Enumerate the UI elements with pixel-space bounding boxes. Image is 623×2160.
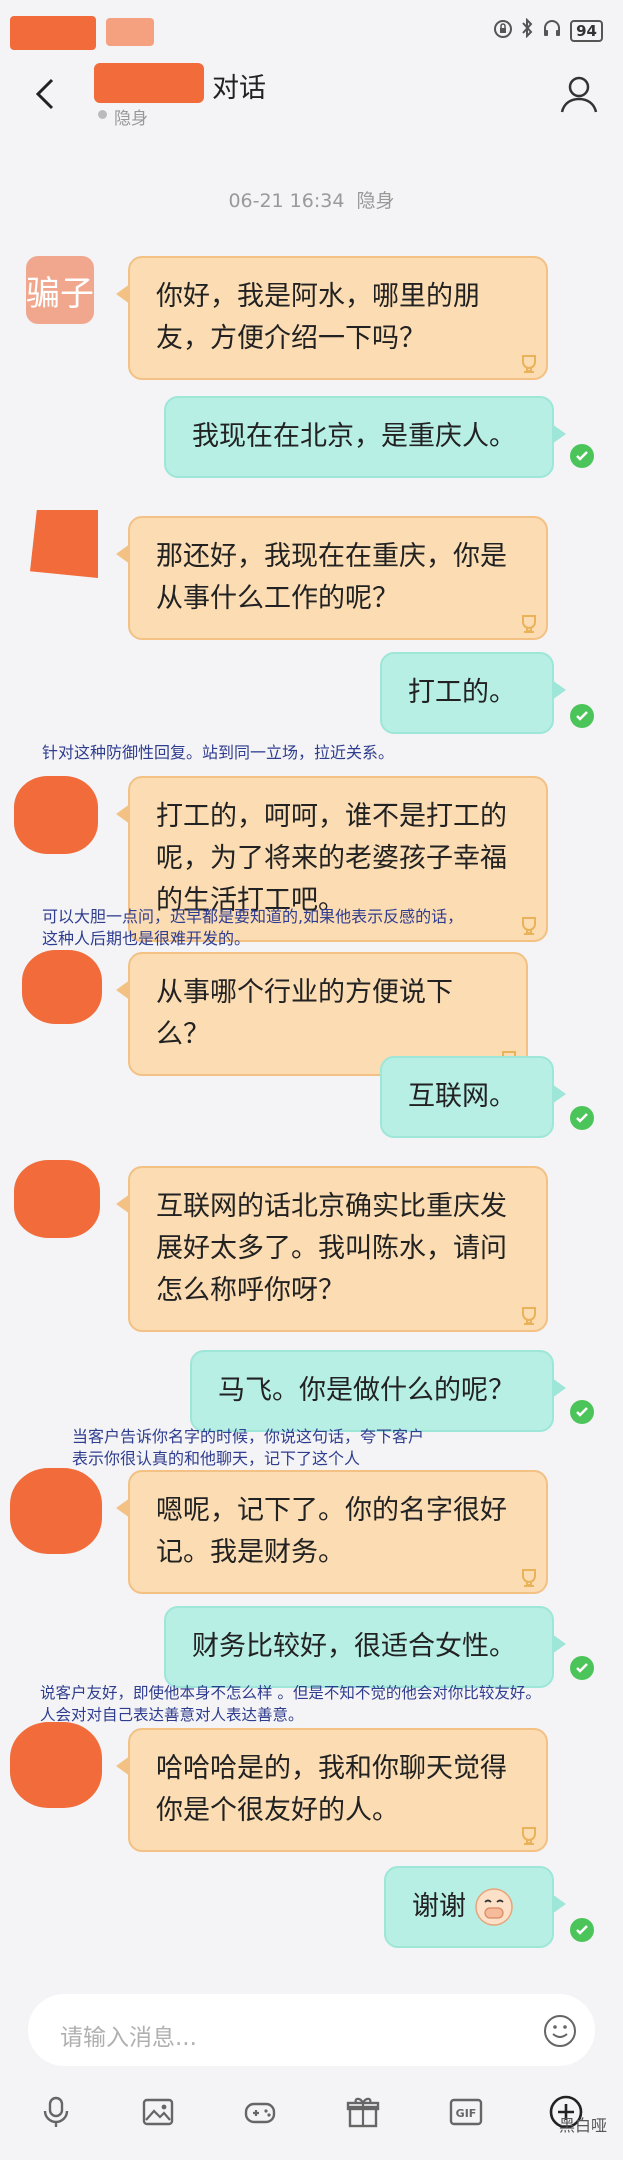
status-redaction: [10, 16, 96, 50]
svg-text:GIF: GIF: [456, 2107, 477, 2120]
avatar[interactable]: [14, 1160, 100, 1238]
presence-status: 隐身: [114, 109, 148, 129]
incoming-message[interactable]: 嗯呢，记下了。你的名字很好 记。我是财务。: [116, 1470, 548, 1594]
trophy-icon: [522, 355, 536, 373]
message-timestamp: 06-21 16:34 隐身: [228, 190, 395, 212]
message-input-placeholder: 请输入消息...: [60, 2025, 197, 2051]
sent-check-icon: [570, 1918, 594, 1942]
annotation-note: 针对这种防御性回复。站到同一立场，拉近关系。: [42, 743, 395, 762]
incoming-message[interactable]: 那还好，我现在在重庆，你是 从事什么工作的呢？: [116, 516, 548, 640]
back-button[interactable]: [28, 72, 64, 116]
annotation-note: 可以大胆一点问，迟早都是要知道的,如果他表示反感的话， 这种人后期也是很难开发的…: [42, 907, 464, 948]
incoming-message[interactable]: 互联网的话北京确实比重庆发 展好太多了。我叫陈水，请问 怎么称呼你呀？: [116, 1166, 548, 1332]
trophy-icon: [522, 917, 536, 935]
contact-name-redaction: [94, 63, 204, 103]
outgoing-message[interactable]: 互联网。: [380, 1056, 566, 1138]
outgoing-message[interactable]: 打工的。: [380, 652, 566, 734]
trophy-icon: [522, 1827, 536, 1845]
image-icon[interactable]: [140, 2094, 176, 2130]
page-title: 对话: [212, 73, 266, 104]
incoming-message[interactable]: 哈哈哈是的，我和你聊天觉得 你是个很友好的人。: [116, 1728, 548, 1852]
chevron-left-icon: [35, 78, 54, 110]
microphone-icon[interactable]: [38, 2094, 74, 2130]
status-icons: 94: [494, 17, 603, 43]
annotation-note: 当客户告诉你名字的时候，你说这句话，夸下客户 表示你很认真的和他聊天，记下了这个…: [72, 1427, 425, 1468]
gamepad-icon[interactable]: [242, 2094, 278, 2130]
gift-icon[interactable]: [345, 2094, 381, 2130]
bluetooth-icon: [520, 17, 534, 43]
trophy-icon: [522, 615, 536, 633]
outgoing-message[interactable]: 马飞。你是做什么的呢？: [190, 1350, 566, 1432]
incoming-message[interactable]: 你好，我是阿水，哪里的朋 友，方便介绍一下吗？: [116, 256, 548, 380]
outgoing-message[interactable]: 财务比较好，很适合女性。: [164, 1606, 566, 1688]
profile-button[interactable]: [557, 72, 601, 116]
trophy-icon: [522, 1569, 536, 1587]
sent-check-icon: [570, 1656, 594, 1680]
watermark: 黑白哑: [558, 2116, 607, 2135]
gif-icon[interactable]: GIF: [448, 2094, 484, 2130]
presence-dot: [98, 110, 107, 119]
avatar[interactable]: [10, 1722, 102, 1808]
avatar[interactable]: [14, 776, 98, 854]
avatar[interactable]: [30, 510, 98, 578]
outgoing-message[interactable]: 谢谢: [384, 1866, 566, 1948]
emoji-button[interactable]: [543, 2014, 577, 2048]
outgoing-message[interactable]: 我现在在北京，是重庆人。: [164, 396, 566, 478]
status-redaction: [106, 18, 154, 46]
lock-icon: [494, 19, 513, 43]
headphones-icon: [542, 18, 562, 43]
avatar[interactable]: [10, 1468, 102, 1554]
sent-check-icon: [570, 1106, 594, 1130]
trophy-icon: [522, 1307, 536, 1325]
sent-check-icon: [570, 704, 594, 728]
sent-check-icon: [570, 1400, 594, 1424]
smiley-icon: [544, 2015, 576, 2047]
cover-mouth-emoji-icon: [475, 1888, 513, 1926]
avatar[interactable]: [22, 950, 102, 1024]
person-icon: [560, 76, 598, 113]
avatar[interactable]: 骗子: [26, 256, 94, 324]
sent-check-icon: [570, 444, 594, 468]
battery-indicator: 94: [570, 19, 603, 42]
annotation-note: 说客户友好，即使他本身不怎么样 。但是不知不觉的他会对你比较友好。 人会对对自己…: [40, 1684, 541, 1724]
